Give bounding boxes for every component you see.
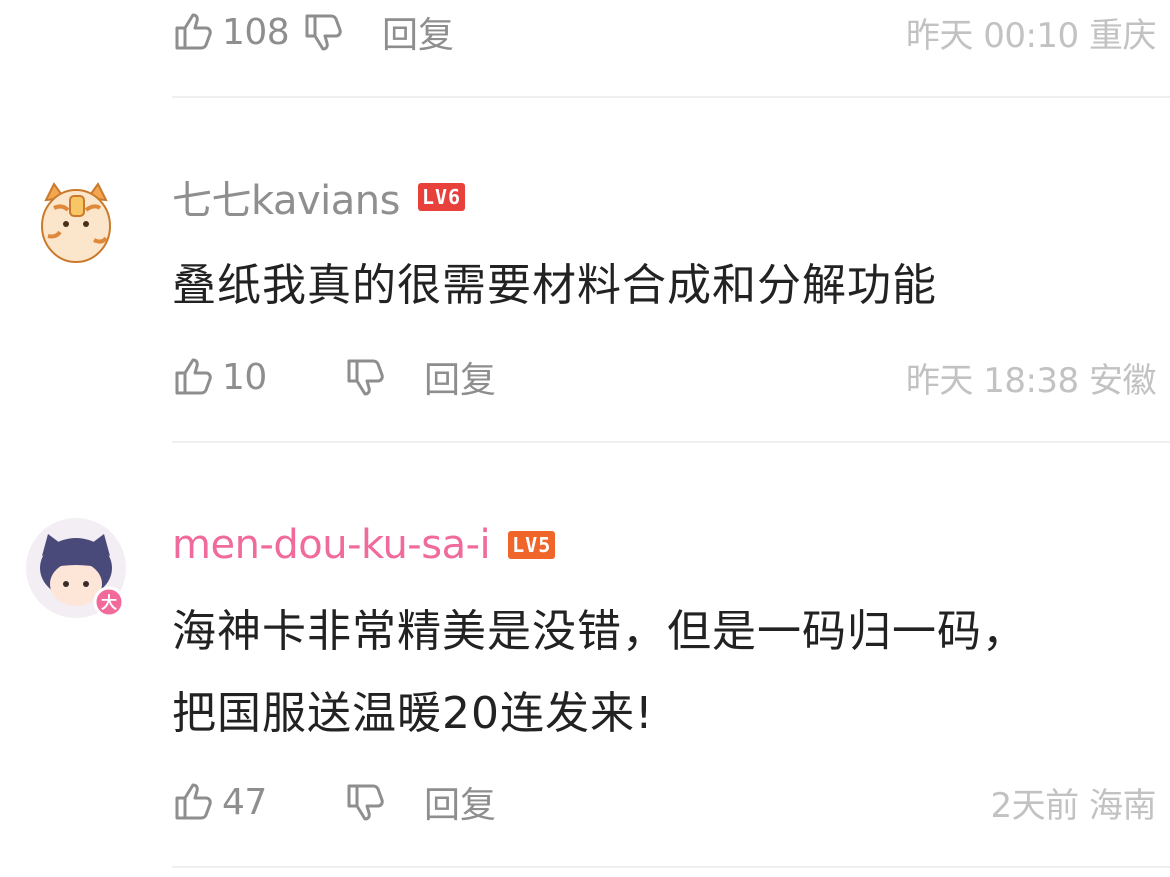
comment-actions: 108 回复 昨天 00:10 重庆 bbox=[172, 0, 1157, 64]
cat-avatar-icon bbox=[26, 172, 126, 272]
like-count: 108 bbox=[222, 11, 290, 53]
comment-actions: 10 回复 昨天 18:38 安徽 bbox=[172, 345, 1157, 409]
comment-meta: 昨天 00:10 重庆 bbox=[905, 15, 1157, 56]
dislike-button[interactable] bbox=[302, 10, 382, 54]
comment-actions: 47 回复 2天前 海南 bbox=[172, 770, 1157, 834]
like-button[interactable]: 47 bbox=[172, 780, 274, 824]
thumbs-down-icon bbox=[305, 14, 342, 51]
comment-list: 108 回复 昨天 00:10 重庆 七七kavians LV6 叠纸我真的很需… bbox=[0, 0, 1170, 877]
username[interactable]: 七七kavians bbox=[172, 168, 400, 226]
thumbs-down-icon bbox=[347, 359, 384, 396]
comment-meta: 2天前 海南 bbox=[990, 785, 1157, 826]
divider bbox=[172, 866, 1170, 868]
comment-text: 海神卡非常精美是没错，但是一码归一码， 把国服送温暖20连发来! bbox=[172, 591, 1150, 755]
reply-button[interactable]: 回复 bbox=[382, 6, 454, 58]
thumbs-up-icon bbox=[175, 358, 212, 395]
username-row: 七七kavians LV6 bbox=[172, 172, 466, 224]
divider bbox=[172, 96, 1170, 98]
thumbs-up-icon bbox=[175, 783, 212, 820]
thumbs-down-icon bbox=[347, 784, 384, 821]
divider bbox=[172, 441, 1170, 443]
avatar[interactable]: 大 bbox=[24, 516, 128, 620]
like-count: 10 bbox=[222, 356, 267, 398]
like-button[interactable]: 108 bbox=[172, 10, 302, 54]
boy-avatar-icon: 大 bbox=[26, 518, 126, 618]
avatar[interactable] bbox=[24, 170, 128, 274]
svg-text:大: 大 bbox=[101, 593, 117, 612]
like-count: 47 bbox=[222, 781, 267, 823]
dislike-button[interactable] bbox=[344, 355, 424, 399]
level-badge: LV6 bbox=[417, 183, 466, 211]
username-row: men-dou-ku-sa-i LV5 bbox=[172, 520, 556, 570]
thumbs-up-icon bbox=[175, 13, 212, 50]
reply-button[interactable]: 回复 bbox=[424, 776, 496, 828]
dislike-button[interactable] bbox=[344, 780, 424, 824]
level-badge: LV5 bbox=[508, 531, 556, 559]
comment-text-line: 海神卡非常精美是没错，但是一码归一码， bbox=[172, 606, 1027, 657]
comment-text-line: 把国服送温暖20连发来! bbox=[172, 688, 654, 739]
reply-button[interactable]: 回复 bbox=[424, 351, 496, 403]
comment-text: 叠纸我真的很需要材料合成和分解功能 bbox=[172, 260, 937, 311]
comment-meta: 昨天 18:38 安徽 bbox=[905, 360, 1157, 401]
username[interactable]: men-dou-ku-sa-i bbox=[172, 522, 491, 568]
like-button[interactable]: 10 bbox=[172, 355, 274, 399]
